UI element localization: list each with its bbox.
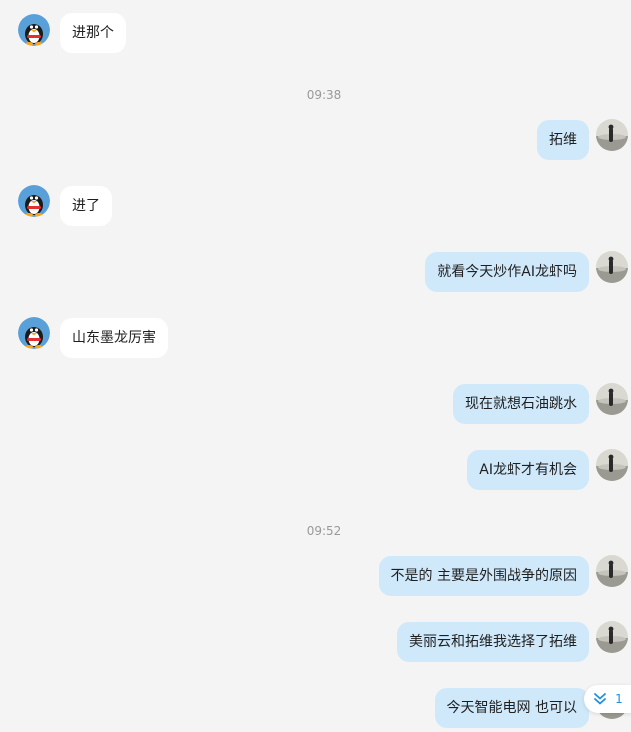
message-bubble-incoming[interactable]: 进那个 (60, 13, 126, 53)
self-avatar-icon[interactable] (596, 449, 628, 481)
timestamp: 09:52 (306, 524, 342, 538)
double-chevron-down-icon (594, 693, 607, 705)
message-bubble-outgoing[interactable]: 现在就想石油跳水 (453, 384, 589, 424)
contact-avatar-icon[interactable] (18, 14, 50, 46)
unread-count: 1 (615, 692, 623, 706)
self-avatar-icon[interactable] (596, 251, 628, 283)
self-avatar-icon[interactable] (596, 383, 628, 415)
message-bubble-outgoing[interactable]: AI龙虾才有机会 (467, 450, 589, 490)
scroll-to-bottom-button[interactable]: 1 (584, 685, 631, 713)
message-bubble-incoming[interactable]: 进了 (60, 186, 112, 226)
message-bubble-outgoing[interactable]: 就看今天炒作AI龙虾吗 (425, 252, 589, 292)
message-bubble-outgoing[interactable]: 不是的 主要是外围战争的原因 (378, 556, 589, 596)
self-avatar-icon[interactable] (596, 119, 628, 151)
message-bubble-outgoing[interactable]: 今天智能电网 也可以 (434, 688, 589, 728)
message-bubble-incoming[interactable]: 山东墨龙厉害 (60, 318, 168, 358)
message-bubble-outgoing[interactable]: 拓维 (537, 120, 589, 160)
self-avatar-icon[interactable] (596, 621, 628, 653)
timestamp: 09:38 (306, 88, 342, 102)
contact-avatar-icon[interactable] (18, 317, 50, 349)
message-bubble-outgoing[interactable]: 美丽云和拓维我选择了拓维 (397, 622, 589, 662)
contact-avatar-icon[interactable] (18, 185, 50, 217)
chat-message-list[interactable]: 进那个 09:38 拓维 进了 就看今天炒作AI龙虾吗 山东墨龙厉害 现在就想石… (0, 0, 631, 732)
self-avatar-icon[interactable] (596, 555, 628, 587)
